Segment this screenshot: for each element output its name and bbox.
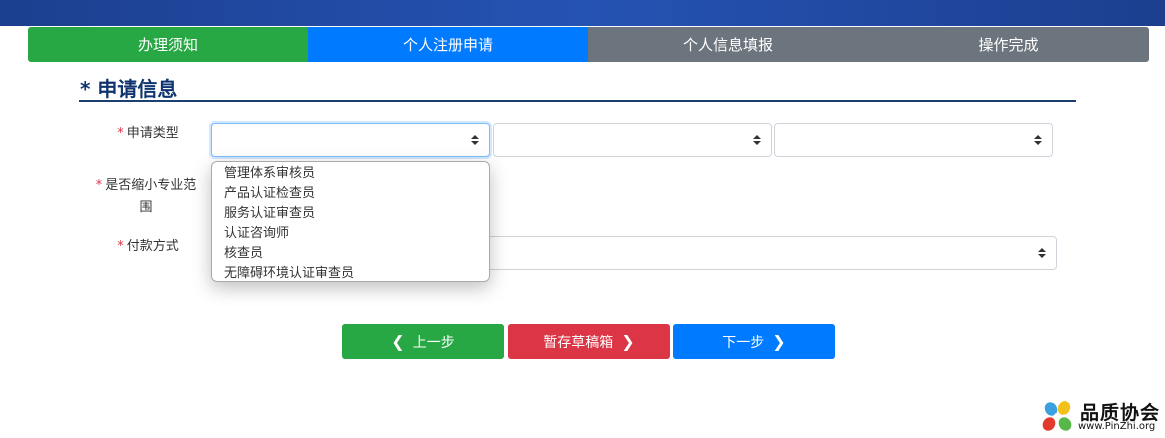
step-notice: 办理须知 [28, 27, 308, 62]
narrow-scope-label-line2: 围 [139, 200, 153, 215]
watermark-url: www.PinZhi.org [1078, 421, 1156, 432]
chevron-left-icon: ❮ [391, 331, 405, 351]
select-caret-icon [1034, 133, 1042, 147]
dropdown-option[interactable]: 无障碍环境认证审查员 [212, 264, 489, 284]
required-mark: * [117, 126, 124, 141]
prev-step-label: 上一步 [412, 334, 455, 351]
payment-label-text: 付款方式 [126, 239, 179, 254]
dropdown-option[interactable]: 管理体系审核员 [212, 164, 489, 184]
narrow-scope-label: * 是否缩小专业范 围 [86, 175, 206, 219]
progress-steps: 办理须知 个人注册申请 个人信息填报 操作完成 [28, 27, 1149, 62]
dropdown-option[interactable]: 认证咨询师 [212, 224, 489, 244]
dropdown-option[interactable]: 服务认证审查员 [212, 204, 489, 224]
next-step-label: 下一步 [722, 334, 765, 351]
apply-type-label-text: 申请类型 [126, 126, 179, 141]
narrow-scope-label-line1: 是否缩小专业范 [105, 178, 197, 193]
section-divider [79, 100, 1076, 102]
step-registration: 个人注册申请 [308, 27, 588, 62]
dropdown-option[interactable]: 产品认证检查员 [212, 184, 489, 204]
select-caret-icon [753, 133, 761, 147]
dropdown-option[interactable]: 核查员 [212, 244, 489, 264]
section-title: * 申请信息 [80, 77, 178, 101]
save-draft-label: 暂存草稿箱 [543, 334, 614, 351]
apply-type-dropdown: 管理体系审核员 产品认证检查员 服务认证审查员 认证咨询师 核查员 无障碍环境认… [211, 161, 490, 282]
required-mark: * [95, 178, 103, 193]
top-banner [0, 0, 1165, 26]
payment-label: * 付款方式 [108, 236, 188, 258]
save-draft-button[interactable]: 暂存草稿箱 ❯ [508, 324, 670, 359]
chevron-right-icon: ❯ [772, 331, 786, 351]
apply-type-sub-select-2[interactable] [774, 123, 1053, 157]
chevron-right-icon: ❯ [621, 331, 635, 351]
prev-step-button[interactable]: ❮ 上一步 [342, 324, 504, 359]
watermark-logo: 品质协会 www.PinZhi.org [1040, 398, 1160, 436]
apply-type-sub-select-1[interactable] [493, 123, 772, 157]
step-info-fill: 个人信息填报 [588, 27, 868, 62]
apply-type-label: * 申请类型 [108, 123, 188, 145]
select-caret-icon [471, 133, 479, 147]
flower-logo-icon [1042, 401, 1072, 431]
apply-type-select[interactable] [211, 123, 490, 157]
step-complete: 操作完成 [868, 27, 1149, 62]
required-mark: * [117, 239, 124, 254]
next-step-button[interactable]: 下一步 ❯ [673, 324, 835, 359]
select-caret-icon [1038, 246, 1046, 260]
